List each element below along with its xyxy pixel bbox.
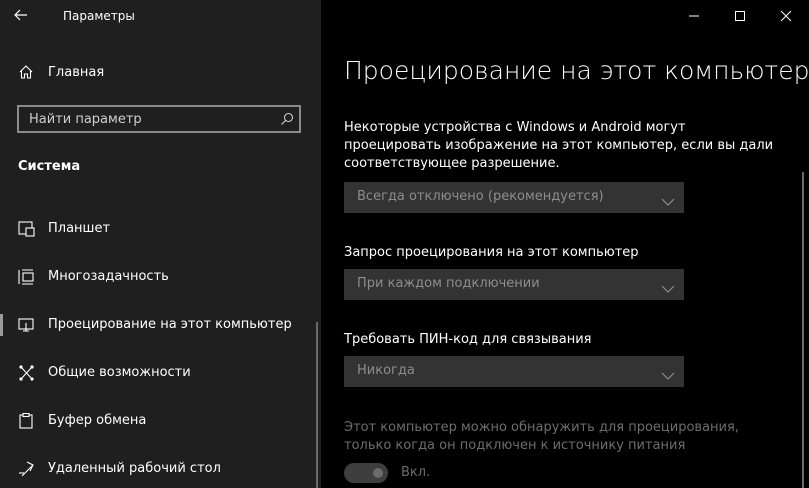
settings-window: Параметры Главная Найти параметр Система xyxy=(0,0,809,488)
pin-dropdown[interactable]: Никогда xyxy=(344,356,684,387)
power-toggle[interactable] xyxy=(344,463,388,483)
title-bar: Параметры xyxy=(0,0,321,32)
window-title: Параметры xyxy=(63,9,135,23)
dropdown-value: Всегда отключено (рекомендуется) xyxy=(357,189,604,204)
selected-indicator xyxy=(0,314,3,336)
sidebar-item-remote-desktop[interactable]: Удаленный рабочий стол xyxy=(0,449,321,488)
toggle-label: Вкл. xyxy=(401,465,431,480)
sidebar-item-label: Многозадачность xyxy=(48,269,169,284)
sidebar-item-multitasking[interactable]: Многозадачность xyxy=(0,257,321,297)
back-arrow-icon xyxy=(14,9,27,21)
chevron-down-icon xyxy=(661,279,675,293)
sidebar-item-label: Удаленный рабочий стол xyxy=(48,461,221,476)
power-note: Этот компьютер можно обнаружить для прое… xyxy=(344,420,739,453)
toggle-knob xyxy=(373,468,383,478)
chevron-down-icon xyxy=(661,366,675,380)
dropdown-value: Никогда xyxy=(357,363,415,378)
dropdown-value: При каждом подключении xyxy=(357,276,540,291)
main-scrollbar[interactable] xyxy=(802,172,804,488)
sidebar-item-label: Буфер обмена xyxy=(48,413,147,428)
search-placeholder: Найти параметр xyxy=(29,112,142,127)
search-input[interactable]: Найти параметр xyxy=(17,105,301,133)
sidebar: Параметры Главная Найти параметр Система xyxy=(0,0,321,488)
clipboard-icon xyxy=(18,412,36,429)
remote-desktop-icon xyxy=(18,461,36,477)
sidebar-item-label: Главная xyxy=(48,65,105,80)
main-content: Проецирование на этот компьютер Некоторы… xyxy=(321,0,809,488)
maximize-button[interactable] xyxy=(717,0,763,32)
projecting-icon xyxy=(18,317,36,333)
sidebar-item-label: Общие возможности xyxy=(48,365,191,380)
pin-label: Требовать ПИН-код для связывания xyxy=(344,332,592,347)
sidebar-item-shared-experiences[interactable]: Общие возможности xyxy=(0,353,321,393)
home-icon xyxy=(18,64,34,80)
maximize-icon xyxy=(735,11,745,21)
sidebar-item-projecting[interactable]: Проецирование на этот компьютер xyxy=(0,305,321,345)
description-text: Некоторые устройства с Windows и Android… xyxy=(344,120,774,171)
tablet-icon xyxy=(18,221,36,237)
shared-experiences-icon xyxy=(18,365,36,381)
chevron-down-icon xyxy=(661,192,675,206)
sidebar-item-clipboard[interactable]: Буфер обмена xyxy=(0,401,321,441)
sidebar-scrollbar[interactable] xyxy=(316,322,318,488)
close-icon xyxy=(780,10,792,22)
page-title: Проецирование на этот компьютер xyxy=(344,56,809,85)
back-button[interactable] xyxy=(14,6,36,26)
availability-dropdown[interactable]: Всегда отключено (рекомендуется) xyxy=(344,182,684,213)
sidebar-item-tablet[interactable]: Планшет xyxy=(0,209,321,249)
close-button[interactable] xyxy=(763,0,809,32)
section-title: Система xyxy=(18,159,81,174)
multitasking-icon xyxy=(18,269,36,285)
request-label: Запрос проецирования на этот компьютер xyxy=(344,245,639,260)
minimize-button[interactable] xyxy=(671,0,717,32)
search-icon[interactable] xyxy=(279,111,295,127)
minimize-icon xyxy=(689,15,699,17)
sidebar-item-home[interactable]: Главная xyxy=(18,62,308,84)
sidebar-item-label: Планшет xyxy=(48,221,111,236)
request-dropdown[interactable]: При каждом подключении xyxy=(344,269,684,300)
sidebar-item-label: Проецирование на этот компьютер xyxy=(48,317,292,332)
